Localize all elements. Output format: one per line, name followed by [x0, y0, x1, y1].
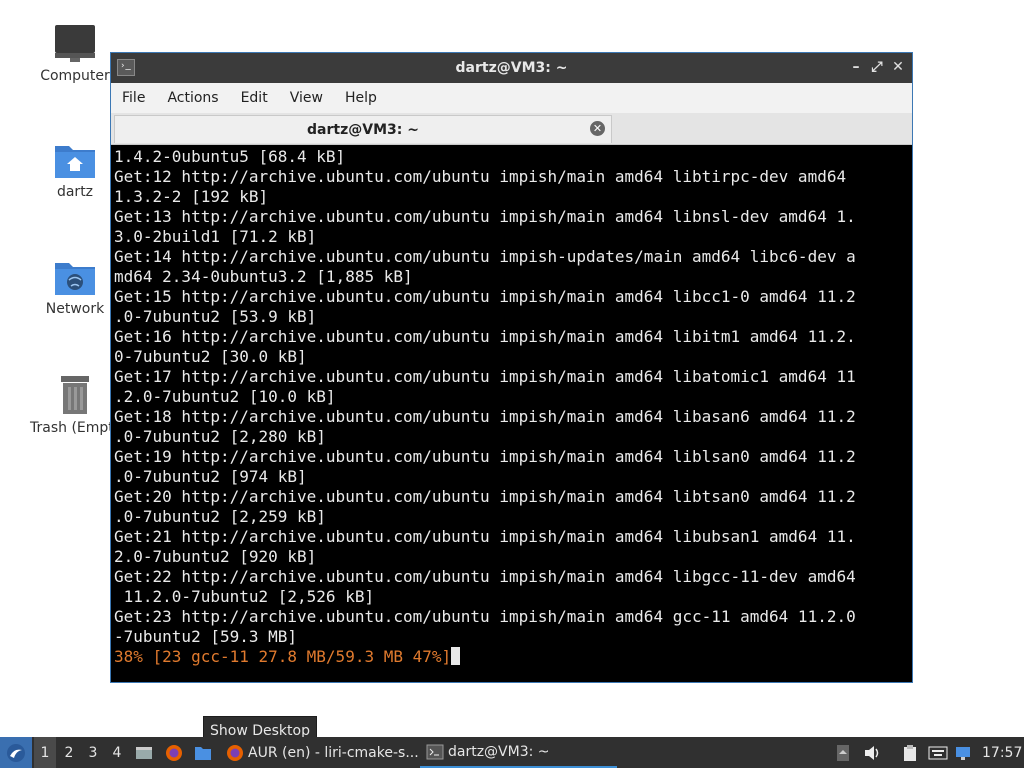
menu-bar: File Actions Edit View Help — [111, 83, 912, 113]
workspace-1[interactable]: 1 — [34, 737, 56, 768]
workspace-2[interactable]: 2 — [58, 737, 80, 768]
firefox-icon — [166, 744, 182, 761]
clipboard-icon — [904, 744, 916, 761]
task-firefox[interactable]: AUR (en) - liri-cmake-s... — [220, 737, 422, 768]
terminal-line: 1.4.2-0ubuntu5 [68.4 kB] — [114, 147, 346, 166]
lubuntu-logo-icon — [7, 743, 25, 762]
desktop-icon-label: dartz — [56, 184, 94, 200]
minimize-icon[interactable]: – — [848, 59, 864, 75]
maximize-icon[interactable]: ⤢ — [869, 59, 885, 75]
terminal-line: 1.3.2-2 [192 kB] — [114, 187, 269, 206]
menu-edit[interactable]: Edit — [230, 90, 279, 106]
terminal-line: -7ubuntu2 [59.3 MB] — [114, 627, 298, 646]
terminal-line: 11.2.0-7ubuntu2 [2,526 kB] — [114, 587, 375, 606]
terminal-line: .0-7ubuntu2 [2,259 kB] — [114, 507, 326, 526]
terminal-progress-line: 38% [23 gcc-11 27.8 MB/59.3 MB 47%] — [114, 647, 909, 667]
terminal-line: Get:14 http://archive.ubuntu.com/ubuntu … — [114, 247, 856, 266]
terminal-line: .0-7ubuntu2 [974 kB] — [114, 467, 307, 486]
tray-scroll-button[interactable] — [834, 737, 852, 768]
terminal-cursor — [451, 647, 461, 665]
firefox-icon — [227, 744, 243, 761]
volume-icon — [865, 745, 879, 760]
menu-help[interactable]: Help — [334, 90, 388, 106]
network-button[interactable] — [953, 737, 973, 768]
terminal-line: Get:21 http://archive.ubuntu.com/ubuntu … — [114, 527, 856, 546]
tab-label: dartz@VM3: ~ — [307, 121, 419, 138]
show-desktop-button[interactable] — [133, 737, 155, 768]
keyboard-button[interactable] — [927, 737, 949, 768]
terminal-output[interactable]: 1.4.2-0ubuntu5 [68.4 kB] Get:12 http://ar… — [114, 147, 909, 679]
menu-view[interactable]: View — [279, 90, 334, 106]
terminal-line: Get:18 http://archive.ubuntu.com/ubuntu … — [114, 407, 856, 426]
taskbar: 1 2 3 4 AUR (en) - liri-cmake-s... dartz… — [0, 737, 1024, 768]
desktop-icon-home[interactable]: dartz — [30, 140, 120, 200]
keyboard-icon — [928, 746, 948, 759]
task-label: AUR (en) - liri-cmake-s... — [248, 744, 419, 761]
task-label: dartz@VM3: ~ — [448, 743, 550, 760]
terminal-line: Get:12 http://archive.ubuntu.com/ubuntu … — [114, 167, 847, 186]
terminal-line: Get:13 http://archive.ubuntu.com/ubuntu … — [114, 207, 856, 226]
terminal-line: Get:22 http://archive.ubuntu.com/ubuntu … — [114, 567, 856, 586]
terminal-line: md64 2.34-0ubuntu3.2 [1,885 kB] — [114, 267, 413, 286]
tab-close-icon[interactable]: ✕ — [590, 121, 605, 136]
terminal-icon — [426, 744, 444, 759]
workspace-3[interactable]: 3 — [82, 737, 104, 768]
window-title: dartz@VM3: ~ — [455, 60, 568, 76]
terminal-line: .0-7ubuntu2 [53.9 kB] — [114, 307, 317, 326]
desktop-icon-label: Network — [45, 301, 105, 317]
firefox-launcher[interactable] — [163, 737, 185, 768]
task-terminal[interactable]: dartz@VM3: ~ — [420, 737, 617, 768]
computer-icon — [55, 25, 95, 62]
terminal-line: 2.0-7ubuntu2 [920 kB] — [114, 547, 317, 566]
tab-bar: dartz@VM3: ~ ✕ — [111, 113, 912, 145]
window-titlebar[interactable]: dartz@VM3: ~ – ⤢ ✕ — [111, 53, 912, 83]
terminal-window[interactable]: dartz@VM3: ~ – ⤢ ✕ File Actions Edit Vie… — [110, 52, 913, 683]
terminal-line: Get:19 http://archive.ubuntu.com/ubuntu … — [114, 447, 856, 466]
terminal-tab[interactable]: dartz@VM3: ~ ✕ — [114, 115, 612, 143]
desktop-icon-label: Trash (Empty) — [30, 420, 128, 436]
terminal-line: 0-7ubuntu2 [30.0 kB] — [114, 347, 307, 366]
terminal-line: Get:23 http://archive.ubuntu.com/ubuntu … — [114, 607, 856, 626]
close-icon[interactable]: ✕ — [890, 59, 906, 75]
workspace-4[interactable]: 4 — [106, 737, 128, 768]
volume-button[interactable] — [862, 737, 882, 768]
terminal-line: 3.0-2build1 [71.2 kB] — [114, 227, 317, 246]
terminal-line: .0-7ubuntu2 [2,280 kB] — [114, 427, 326, 446]
clipboard-button[interactable] — [900, 737, 920, 768]
terminal-line: Get:17 http://archive.ubuntu.com/ubuntu … — [114, 367, 856, 386]
menu-file[interactable]: File — [111, 90, 156, 106]
file-manager-launcher[interactable] — [192, 737, 214, 768]
progress-text: 38% [23 gcc-11 27.8 MB/59.3 MB 47%] — [114, 647, 452, 666]
menu-actions[interactable]: Actions — [156, 90, 229, 106]
home-folder-icon — [55, 146, 95, 178]
folder-icon — [195, 746, 211, 760]
terminal-line: Get:15 http://archive.ubuntu.com/ubuntu … — [114, 287, 856, 306]
terminal-line: Get:20 http://archive.ubuntu.com/ubuntu … — [114, 487, 856, 506]
clock[interactable]: 17:57 — [982, 737, 1022, 768]
desktop-icon-trash[interactable]: Trash (Empty) — [30, 374, 128, 436]
network-folder-icon — [55, 263, 95, 295]
desktop-icon-label: Computer — [40, 68, 110, 84]
terminal-line: .2.0-7ubuntu2 [10.0 kB] — [114, 387, 336, 406]
desktop-icon-computer[interactable]: Computer — [30, 24, 120, 84]
terminal-app-icon — [117, 59, 135, 76]
network-icon — [956, 746, 970, 760]
start-menu-button[interactable] — [0, 737, 32, 768]
terminal-line: Get:16 http://archive.ubuntu.com/ubuntu … — [114, 327, 856, 346]
show-desktop-icon — [136, 746, 152, 759]
trash-icon — [61, 376, 89, 414]
desktop-icon-network[interactable]: Network — [30, 257, 120, 317]
chevron-up-icon — [837, 744, 849, 761]
